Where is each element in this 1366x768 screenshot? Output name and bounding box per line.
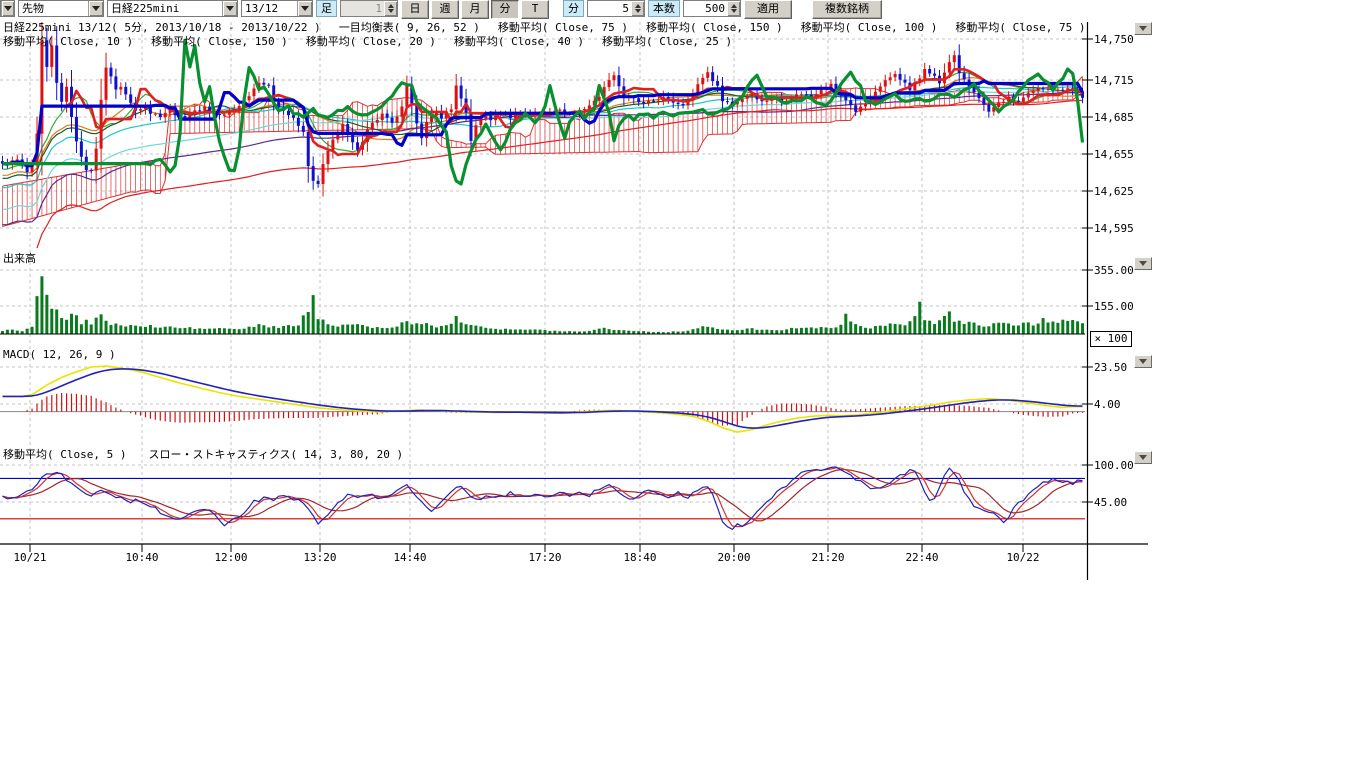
time-axis-label: 10/22	[999, 551, 1047, 564]
time-axis-label: 13:20	[296, 551, 344, 564]
price-axis-label: 14,655	[1094, 148, 1150, 161]
price-axis-label: 14,595	[1094, 222, 1150, 235]
time-axis-label: 20:00	[710, 551, 758, 564]
macd-axis-label: 4.00	[1094, 398, 1150, 411]
time-axis-label: 22:40	[898, 551, 946, 564]
chart-canvas	[0, 0, 1366, 768]
price-axis-label: 14,625	[1094, 185, 1150, 198]
time-axis-label: 21:20	[804, 551, 852, 564]
stochastic-axis-label: 45.00	[1094, 496, 1150, 509]
stochastic-axis-label: 100.00	[1094, 459, 1150, 472]
volume-axis-label: 155.00	[1094, 300, 1150, 313]
time-axis-label: 12:00	[207, 551, 255, 564]
time-axis-label: 10/21	[6, 551, 54, 564]
volume-multiplier-box: × 100	[1090, 331, 1132, 347]
volume-axis-label: 355.00	[1094, 264, 1150, 277]
macd-axis-label: 23.50	[1094, 361, 1150, 374]
time-axis-label: 18:40	[616, 551, 664, 564]
time-axis-label: 14:40	[386, 551, 434, 564]
time-axis-label: 10:40	[118, 551, 166, 564]
price-axis-label: 14,685	[1094, 111, 1150, 124]
time-axis-label: 17:20	[521, 551, 569, 564]
price-axis-label: 14,750	[1094, 33, 1150, 46]
price-axis-label: 14,715	[1094, 74, 1150, 87]
